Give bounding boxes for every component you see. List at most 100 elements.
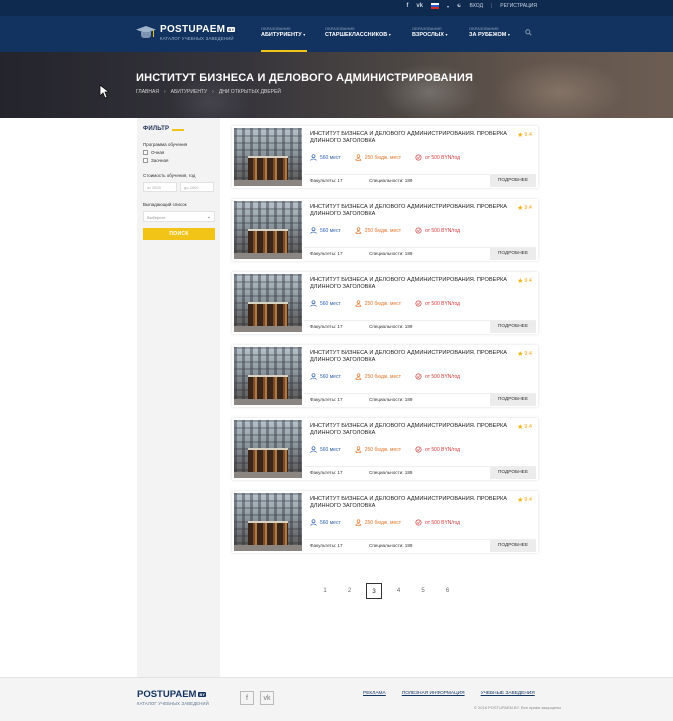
- vk-icon[interactable]: vk: [416, 3, 423, 9]
- page-link[interactable]: 5: [415, 583, 431, 599]
- rating-value: 9.4: [524, 132, 532, 138]
- institution-name[interactable]: ИНСТИТУТ БИЗНЕСА И ДЕЛОВОГО АДМИНИСТРИРО…: [310, 277, 510, 291]
- institution-photo[interactable]: [234, 347, 302, 405]
- budget-value: 250 бюдж. мест: [364, 154, 402, 161]
- page-link[interactable]: 6: [440, 583, 456, 599]
- breadcrumb: ГЛАВНАЯ › АБИТУРИЕНТУ › ДНИ ОТКРЫТЫХ ДВЕ…: [136, 89, 281, 95]
- nav-item-label: АБИТУРИЕНТУ ▾: [261, 32, 306, 38]
- places-value: 560 мест: [320, 300, 341, 307]
- rating: ★ 9.4: [517, 131, 532, 139]
- footer-link-institutions[interactable]: УЧЕБНЫЕ ЗАВЕДЕНИЯ: [481, 691, 535, 696]
- checkbox-parttime[interactable]: Заочная: [143, 158, 215, 163]
- specialties-count: Специальности: 189: [369, 178, 413, 183]
- institution-name[interactable]: ИНСТИТУТ БИЗНЕСА И ДЕЛОВОГО АДМИНИСТРИРО…: [310, 350, 510, 364]
- user-icon: ☯: [457, 3, 462, 9]
- nav-item-adults[interactable]: ОБРАЗОВАНИЕ ВЗРОСЛЫХ ▾: [412, 26, 469, 52]
- institution-card[interactable]: ИНСТИТУТ БИЗНЕСА И ДЕЛОВОГО АДМИНИСТРИРО…: [232, 491, 538, 553]
- budget-stat: 250 бюдж. мест: [354, 373, 401, 380]
- institution-photo[interactable]: [234, 493, 302, 551]
- cost-to-input[interactable]: до 2500: [180, 182, 214, 192]
- faculties-count: Факультеты: 17: [310, 470, 343, 475]
- institution-photo[interactable]: [234, 420, 302, 478]
- faculties-count: Факультеты: 17: [310, 543, 343, 548]
- breadcrumb-separator: ›: [163, 89, 166, 95]
- price-tag-icon: [415, 227, 422, 234]
- institution-card[interactable]: ИНСТИТУТ БИЗНЕСА И ДЕЛОВОГО АДМИНИСТРИРО…: [232, 126, 538, 188]
- places-value: 560 мест: [320, 373, 341, 380]
- card-footer: Факультеты: 17 Специальности: 189 ПОДРОБ…: [304, 393, 536, 406]
- city-select[interactable]: Выберите ⌄: [143, 211, 215, 222]
- user-icon: [310, 227, 317, 234]
- institution-photo[interactable]: [234, 274, 302, 332]
- star-icon: ★: [517, 278, 524, 285]
- rating-value: 9.4: [524, 351, 532, 357]
- checkbox-box[interactable]: [143, 150, 148, 155]
- card-footer: Факультеты: 17 Специальности: 189 ПОДРОБ…: [304, 539, 536, 552]
- places-stat: 560 мест: [310, 519, 341, 526]
- nav-item-highschool[interactable]: ОБРАЗОВАНИЕ СТАРШЕКЛАССНИКОВ ▾: [325, 26, 412, 52]
- institution-name[interactable]: ИНСТИТУТ БИЗНЕСА И ДЕЛОВОГО АДМИНИСТРИРО…: [310, 131, 510, 145]
- breadcrumb-item[interactable]: ГЛАВНАЯ: [136, 89, 159, 95]
- institution-photo[interactable]: [234, 128, 302, 186]
- hand-coin-icon: [354, 519, 362, 526]
- institution-name[interactable]: ИНСТИТУТ БИЗНЕСА И ДЕЛОВОГО АДМИНИСТРИРО…: [310, 423, 510, 437]
- page-current[interactable]: 3: [366, 583, 382, 599]
- institution-card[interactable]: ИНСТИТУТ БИЗНЕСА И ДЕЛОВОГО АДМИНИСТРИРО…: [232, 418, 538, 480]
- institution-name[interactable]: ИНСТИТУТ БИЗНЕСА И ДЕЛОВОГО АДМИНИСТРИРО…: [310, 496, 510, 510]
- institution-photo[interactable]: [234, 201, 302, 259]
- checkbox-fulltime[interactable]: Очная: [143, 150, 215, 155]
- search-icon[interactable]: [525, 29, 532, 36]
- nav-item-label: СТАРШЕКЛАССНИКОВ ▾: [325, 32, 391, 38]
- hand-coin-icon: [354, 227, 362, 234]
- chevron-down-icon[interactable]: ▾: [447, 4, 449, 9]
- page-link[interactable]: 2: [342, 583, 358, 599]
- footer-logo-tld: BY: [198, 692, 207, 697]
- budget-stat: 250 бюдж. мест: [354, 519, 401, 526]
- chevron-down-icon: ⌄: [206, 214, 211, 220]
- search-button[interactable]: ПОИСК: [143, 228, 215, 240]
- register-link[interactable]: РЕГИСТРАЦИЯ: [500, 3, 537, 9]
- places-value: 560 мест: [320, 446, 341, 453]
- login-link[interactable]: ВХОД: [470, 3, 483, 9]
- nav-item-abroad[interactable]: ОБРАЗОВАНИЕ ЗА РУБЕЖОМ ▾: [469, 26, 525, 52]
- specialties-count: Специальности: 189: [369, 251, 413, 256]
- logo[interactable]: POSTUPAEM BY КАТАЛОГ УЧЕБНЫХ ЗАВЕДЕНИЙ: [136, 24, 236, 41]
- institution-name[interactable]: ИНСТИТУТ БИЗНЕСА И ДЕЛОВОГО АДМИНИСТРИРО…: [310, 204, 510, 218]
- rating-value: 9.4: [524, 497, 532, 503]
- breadcrumb-item[interactable]: АБИТУРИЕНТУ: [171, 89, 208, 95]
- vk-icon[interactable]: vk: [260, 691, 274, 705]
- page-link[interactable]: 4: [391, 583, 407, 599]
- price-stat: от 500 BYN/год: [415, 154, 460, 161]
- footer-logo[interactable]: POSTUPAEM BY КАТАЛОГ УЧЕБНЫХ ЗАВЕДЕНИЙ: [137, 689, 209, 706]
- price-tag-icon: [415, 519, 422, 526]
- page-link[interactable]: 1: [317, 583, 333, 599]
- institution-card[interactable]: ИНСТИТУТ БИЗНЕСА И ДЕЛОВОГО АДМИНИСТРИРО…: [232, 345, 538, 407]
- language-flag-icon[interactable]: [431, 3, 440, 9]
- facebook-icon[interactable]: f: [406, 3, 408, 9]
- chevron-down-icon: ▾: [445, 32, 448, 37]
- more-button[interactable]: ПОДРОБНЕЕ: [490, 175, 536, 187]
- more-button[interactable]: ПОДРОБНЕЕ: [490, 394, 536, 406]
- header: POSTUPAEM BY КАТАЛОГ УЧЕБНЫХ ЗАВЕДЕНИЙ ОБ…: [0, 16, 673, 52]
- institution-card[interactable]: ИНСТИТУТ БИЗНЕСА И ДЕЛОВОГО АДМИНИСТРИРО…: [232, 272, 538, 334]
- facebook-icon[interactable]: f: [240, 691, 254, 705]
- footer-link-ads[interactable]: РЕКЛАМА: [363, 691, 386, 696]
- star-icon: ★: [517, 205, 524, 212]
- more-button[interactable]: ПОДРОБНЕЕ: [490, 540, 536, 552]
- price-tag-icon: [415, 154, 422, 161]
- graduation-cap-icon: [136, 24, 156, 40]
- checkbox-box[interactable]: [143, 158, 148, 163]
- institution-card[interactable]: ИНСТИТУТ БИЗНЕСА И ДЕЛОВОГО АДМИНИСТРИРО…: [232, 199, 538, 261]
- more-button[interactable]: ПОДРОБНЕЕ: [490, 248, 536, 260]
- more-button[interactable]: ПОДРОБНЕЕ: [490, 321, 536, 333]
- price-stat: от 500 BYN/год: [415, 519, 460, 526]
- budget-stat: 250 бюдж. мест: [354, 154, 402, 161]
- star-icon: ★: [517, 351, 524, 358]
- footer-link-info[interactable]: ПОЛЕЗНАЯ ИНФОРМАЦИЯ: [402, 691, 465, 696]
- checkbox-label: Очная: [151, 150, 165, 155]
- institution-stats: 560 мест 250 бюдж. мест от 500 BYN/год: [310, 519, 474, 526]
- cost-from-input[interactable]: от 2500: [143, 182, 177, 192]
- more-button[interactable]: ПОДРОБНЕЕ: [490, 467, 536, 479]
- nav-item-abiturient[interactable]: ОБРАЗОВАНИЕ АБИТУРИЕНТУ ▾: [261, 26, 325, 52]
- price-value: от 500 BYN/год: [425, 154, 461, 161]
